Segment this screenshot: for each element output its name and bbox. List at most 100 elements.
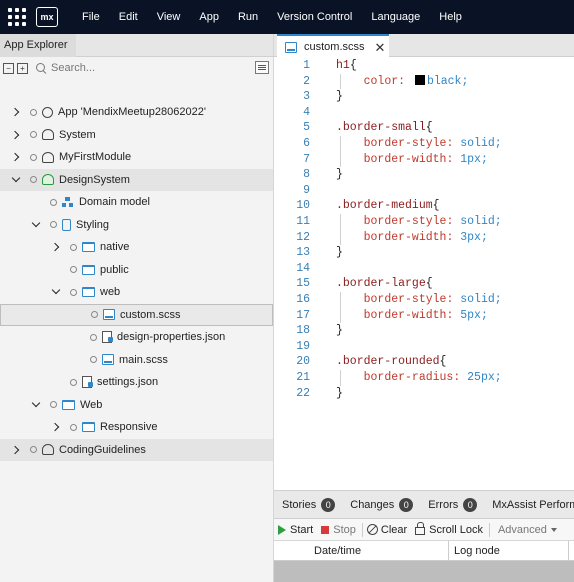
line-number: 6 xyxy=(303,137,310,150)
chevron-right-icon[interactable] xyxy=(12,153,20,161)
tab-stories[interactable]: Stories 0 xyxy=(282,497,340,512)
domain-model-icon xyxy=(62,196,74,208)
tab-errors[interactable]: Errors 0 xyxy=(428,497,482,512)
tree-item-label: App 'MendixMeetup28062022' xyxy=(58,106,206,118)
tree-item[interactable]: System xyxy=(0,124,273,146)
code-line: 20 .border-rounded{ xyxy=(274,354,574,369)
code-line: 2 color: black; xyxy=(274,74,574,89)
indent-guide xyxy=(340,214,341,246)
indent-guide xyxy=(340,370,341,386)
tab-changes[interactable]: Changes 0 xyxy=(350,497,418,512)
tree-item[interactable]: public xyxy=(0,259,273,281)
clear-icon xyxy=(366,524,378,535)
tree-item-label: Styling xyxy=(76,218,110,231)
line-number: 14 xyxy=(296,261,310,275)
code-brace: } xyxy=(336,168,343,182)
start-button[interactable]: Start xyxy=(278,524,313,536)
css-property: color xyxy=(363,74,399,88)
tree-item[interactable]: main.scss xyxy=(0,349,273,371)
chevron-down-icon[interactable] xyxy=(32,221,40,229)
indent-guide xyxy=(340,292,341,324)
clear-button[interactable]: Clear xyxy=(366,524,407,536)
bottom-tab-bar: Stories 0 Changes 0 Errors 0 MxAssist Pe… xyxy=(274,491,574,519)
tree-item[interactable]: Web xyxy=(0,394,273,416)
menu-file[interactable]: File xyxy=(82,11,100,23)
code-line: 22} xyxy=(274,386,574,401)
advanced-dropdown[interactable]: Advanced xyxy=(498,524,557,536)
css-property: border-style xyxy=(363,215,447,228)
close-icon[interactable]: ✕ xyxy=(375,41,386,54)
tree-item[interactable]: web xyxy=(0,281,273,303)
status-circle-icon xyxy=(30,108,37,116)
line-number: 1 xyxy=(303,59,310,72)
chevron-down-icon[interactable] xyxy=(32,401,40,409)
status-circle-icon xyxy=(70,378,77,386)
chevron-right-icon[interactable] xyxy=(12,446,20,454)
editor-tab-label: custom.scss xyxy=(304,41,365,53)
menu-help[interactable]: Help xyxy=(439,11,462,23)
css-property: border-radius xyxy=(363,371,454,384)
tree-item[interactable]: native xyxy=(0,236,273,258)
line-number: 12 xyxy=(296,230,310,244)
code-text: .border-rounded{ xyxy=(336,354,446,369)
tree-item[interactable]: Styling xyxy=(0,214,273,236)
tree-item-label: native xyxy=(100,241,130,253)
tree-item[interactable]: MyFirstModule xyxy=(0,146,273,168)
expand-all-icon[interactable]: + xyxy=(17,62,28,74)
explorer-search-row: − + xyxy=(0,57,273,79)
tree-item-label: public xyxy=(100,263,129,276)
mendix-logo: mx xyxy=(36,7,58,27)
filter-icon[interactable] xyxy=(255,61,269,74)
code-line: 9 xyxy=(274,183,574,198)
search-input[interactable] xyxy=(51,62,201,74)
tree-item[interactable]: DesignSystem xyxy=(0,168,273,191)
tree-item[interactable]: CodingGuidelines xyxy=(0,438,273,461)
code-punctuation: ; xyxy=(494,137,502,150)
scss-file-icon xyxy=(102,354,114,365)
line-number: 19 xyxy=(296,339,310,353)
column-header-log-node[interactable]: Log node xyxy=(449,541,569,560)
code-brace: { xyxy=(425,277,433,291)
chevron-down-icon[interactable] xyxy=(52,288,60,296)
app-icon xyxy=(42,106,53,118)
chevron-right-icon[interactable] xyxy=(12,131,20,139)
tab-app-explorer[interactable]: App Explorer xyxy=(0,34,76,57)
tree-item[interactable]: custom.scss xyxy=(0,303,273,326)
tab-mxassist[interactable]: MxAssist Perform xyxy=(492,499,574,511)
app-grid-icon[interactable] xyxy=(6,6,28,28)
tree-item[interactable]: settings.json xyxy=(0,371,273,393)
tree-item-label: System xyxy=(59,128,96,141)
code-text: } xyxy=(336,386,343,401)
line-number: 16 xyxy=(296,293,310,306)
color-swatch-icon[interactable] xyxy=(414,74,425,85)
tree-item[interactable]: design-properties.json xyxy=(0,326,273,348)
chevron-down-icon[interactable] xyxy=(12,176,20,184)
code-punctuation: : xyxy=(453,371,468,384)
code-text: .border-medium{ xyxy=(336,198,440,213)
tree-item[interactable]: App 'MendixMeetup28062022' xyxy=(0,101,273,123)
chevron-right-icon[interactable] xyxy=(52,243,60,251)
menu-language[interactable]: Language xyxy=(371,11,420,23)
code-text: border-style: solid; xyxy=(336,214,502,229)
stop-button[interactable]: Stop xyxy=(321,524,356,536)
tree-item-label: DesignSystem xyxy=(59,173,130,186)
menu-app[interactable]: App xyxy=(199,11,219,23)
tab-custom-scss[interactable]: custom.scss ✕ xyxy=(277,34,389,58)
tree-item[interactable]: Domain model xyxy=(0,191,273,213)
scroll-lock-button[interactable]: Scroll Lock xyxy=(415,522,483,536)
menu-edit[interactable]: Edit xyxy=(119,11,138,23)
menu-run[interactable]: Run xyxy=(238,11,258,23)
chevron-right-icon[interactable] xyxy=(12,108,20,116)
chevron-right-icon[interactable] xyxy=(52,423,60,431)
tree-item[interactable]: Responsive xyxy=(0,416,273,438)
collapse-all-icon[interactable]: − xyxy=(3,62,14,74)
changes-count-badge: 0 xyxy=(399,497,414,512)
menu-version-control[interactable]: Version Control xyxy=(277,11,352,23)
tree-item-label: CodingGuidelines xyxy=(59,443,146,456)
column-header-date[interactable]: Date/time xyxy=(314,541,449,560)
line-number: 7 xyxy=(303,152,310,166)
menu-view[interactable]: View xyxy=(157,11,181,23)
tree-item-label: design-properties.json xyxy=(117,331,226,343)
status-circle-icon xyxy=(50,401,57,408)
